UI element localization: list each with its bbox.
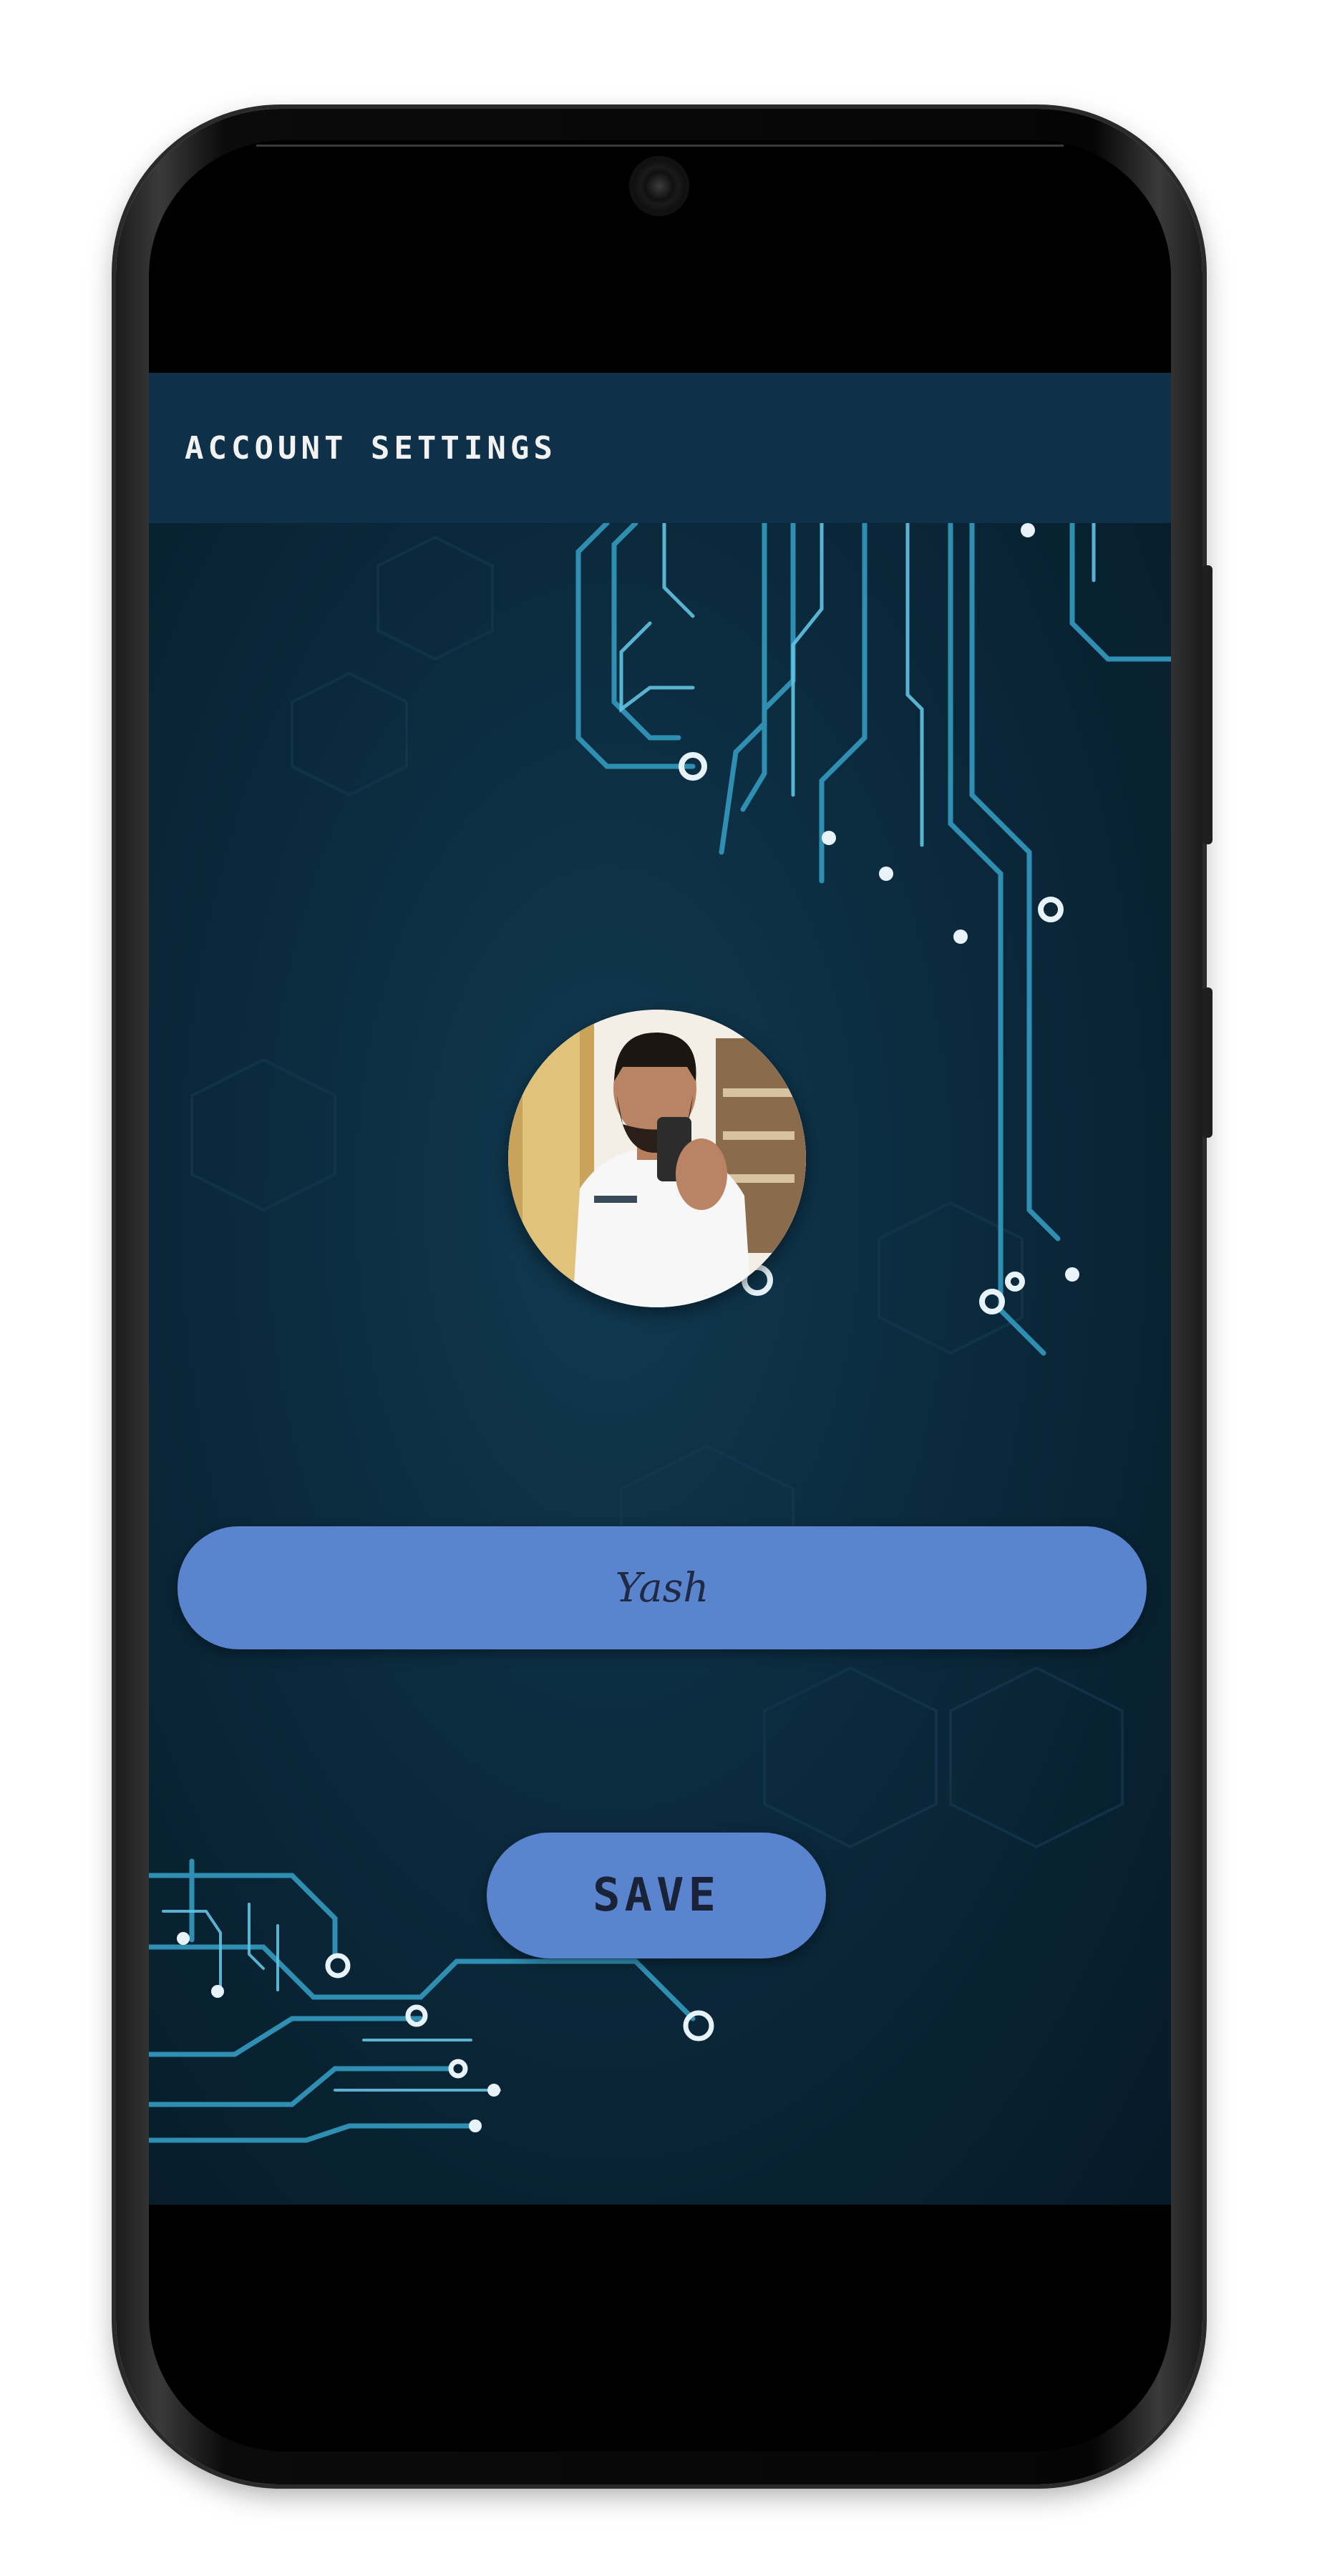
power-button <box>1202 565 1212 844</box>
status-divider <box>256 145 1064 147</box>
account-settings-screen: Account Settings <box>149 373 1171 2205</box>
profile-avatar[interactable] <box>508 1010 806 1307</box>
phone-screen: Account Settings <box>149 140 1171 2451</box>
front-camera-icon <box>633 160 685 212</box>
volume-button <box>1202 987 1212 1138</box>
name-input[interactable] <box>178 1526 1147 1649</box>
save-button[interactable]: SAVE <box>487 1833 826 1958</box>
page-title: Account Settings <box>185 430 557 467</box>
app-bar: Account Settings <box>149 373 1171 523</box>
user-photo-icon <box>508 1010 806 1307</box>
